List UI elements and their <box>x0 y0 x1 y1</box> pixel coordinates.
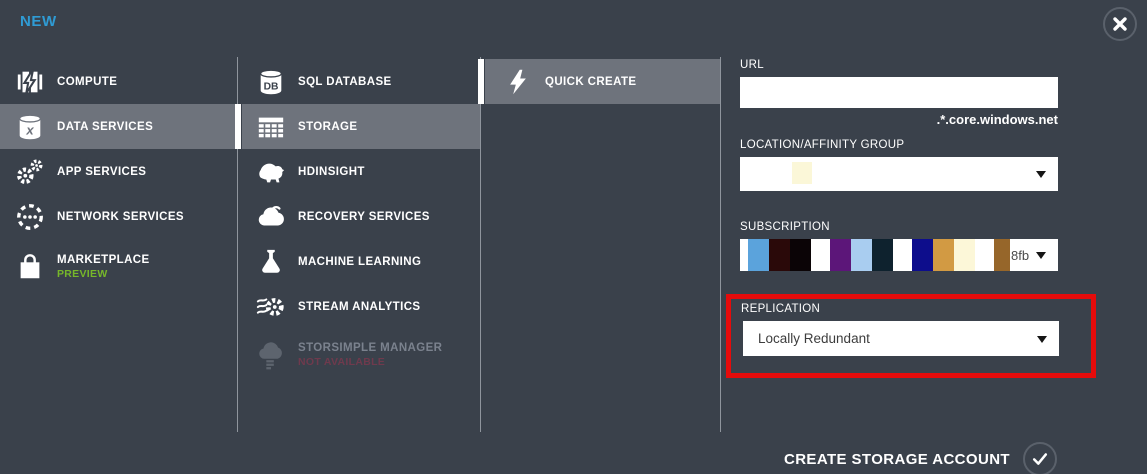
close-icon <box>1112 16 1128 32</box>
submit-area: CREATE STORAGE ACCOUNT <box>784 442 1057 474</box>
sidebar-item-label: DATA SERVICES <box>57 120 154 133</box>
create-storage-account-label[interactable]: CREATE STORAGE ACCOUNT <box>784 451 1010 468</box>
preview-badge: PREVIEW <box>57 268 108 280</box>
network-services-icon <box>14 201 46 233</box>
storage-icon <box>255 111 287 143</box>
sidebar-item-compute[interactable]: COMPUTE <box>0 59 237 104</box>
menu-item-recovery-services[interactable]: RECOVERY SERVICES <box>242 194 480 239</box>
subscription-redaction <box>748 239 1010 271</box>
create-storage-account-button[interactable] <box>1023 442 1057 474</box>
dropdown-caret-icon <box>1037 335 1047 343</box>
sidebar-item-app-services[interactable]: APP SERVICES <box>0 149 237 194</box>
menu-item-label: HDINSIGHT <box>298 165 365 178</box>
sql-database-icon: DB <box>255 66 287 98</box>
menu-item-label: SQL DATABASE <box>298 75 392 88</box>
menu-item-label: STORAGE <box>298 120 358 133</box>
subscription-visible-text: 8fb <box>1011 247 1030 263</box>
page-title: NEW <box>20 13 57 30</box>
dropdown-caret-icon <box>1036 171 1046 178</box>
subscription-label: SUBSCRIPTION <box>740 221 830 233</box>
replication-dropdown[interactable]: Locally Redundant <box>743 321 1059 356</box>
selection-indicator <box>235 104 241 149</box>
menu-item-label: RECOVERY SERVICES <box>298 210 430 223</box>
sidebar-item-marketplace[interactable]: MARKETPLACE PREVIEW <box>0 239 237 295</box>
divider <box>480 57 481 432</box>
new-storage-dialog: NEW COMPUTE x DATA SERVICES APP SERVICES… <box>0 0 1147 474</box>
replication-label: REPLICATION <box>741 303 821 315</box>
menu-item-hdinsight[interactable]: HDINSIGHT <box>242 149 480 194</box>
menu-item-label: MACHINE LEARNING <box>298 255 422 268</box>
sidebar-item-label: NETWORK SERVICES <box>57 210 184 223</box>
menu-item-quick-create[interactable]: QUICK CREATE <box>485 59 720 104</box>
storsimple-manager-icon <box>255 339 287 371</box>
sidebar-item-data-services[interactable]: x DATA SERVICES <box>0 104 237 149</box>
hdinsight-elephant-icon <box>255 156 287 188</box>
machine-learning-flask-icon <box>255 246 287 278</box>
close-button[interactable] <box>1103 7 1137 41</box>
sidebar-item-label: MARKETPLACE <box>57 254 150 266</box>
sidebar-item-label: APP SERVICES <box>57 165 147 178</box>
data-services-icon: x <box>14 111 46 143</box>
not-available-badge: NOT AVAILABLE <box>298 356 386 368</box>
svg-text:DB: DB <box>264 81 279 92</box>
menu-item-storage[interactable]: STORAGE <box>242 104 480 149</box>
menu-item-machine-learning[interactable]: MACHINE LEARNING <box>242 239 480 284</box>
checkmark-icon <box>1030 449 1050 469</box>
url-label: URL <box>740 59 764 71</box>
marketplace-icon <box>14 251 46 283</box>
sidebar-item-label: COMPUTE <box>57 75 118 88</box>
menu-item-label: STORSIMPLE MANAGER <box>298 342 443 354</box>
url-input[interactable] <box>740 77 1058 108</box>
subscription-dropdown[interactable]: 8fb <box>740 239 1058 271</box>
location-redacted-value <box>792 162 812 184</box>
replication-selected-value: Locally Redundant <box>758 331 870 346</box>
menu-item-label: QUICK CREATE <box>545 75 637 88</box>
divider <box>720 57 721 432</box>
selection-indicator <box>478 59 484 104</box>
quick-create-lightning-icon <box>502 66 534 98</box>
dropdown-caret-icon <box>1036 252 1046 259</box>
compute-icon <box>14 66 46 98</box>
menu-item-sql-database[interactable]: DB SQL DATABASE <box>242 59 480 104</box>
url-suffix: .*.core.windows.net <box>936 112 1058 127</box>
menu-item-storsimple-manager: STORSIMPLE MANAGER NOT AVAILABLE <box>242 329 480 381</box>
sidebar-item-network-services[interactable]: NETWORK SERVICES <box>0 194 237 239</box>
location-dropdown[interactable] <box>740 157 1058 191</box>
app-services-icon <box>14 156 46 188</box>
menu-item-label: STREAM ANALYTICS <box>298 300 421 313</box>
svg-text:x: x <box>25 122 34 137</box>
stream-analytics-icon <box>255 291 287 323</box>
menu-item-stream-analytics[interactable]: STREAM ANALYTICS <box>242 284 480 329</box>
location-label: LOCATION/AFFINITY GROUP <box>740 139 905 151</box>
recovery-services-cloud-icon <box>255 201 287 233</box>
